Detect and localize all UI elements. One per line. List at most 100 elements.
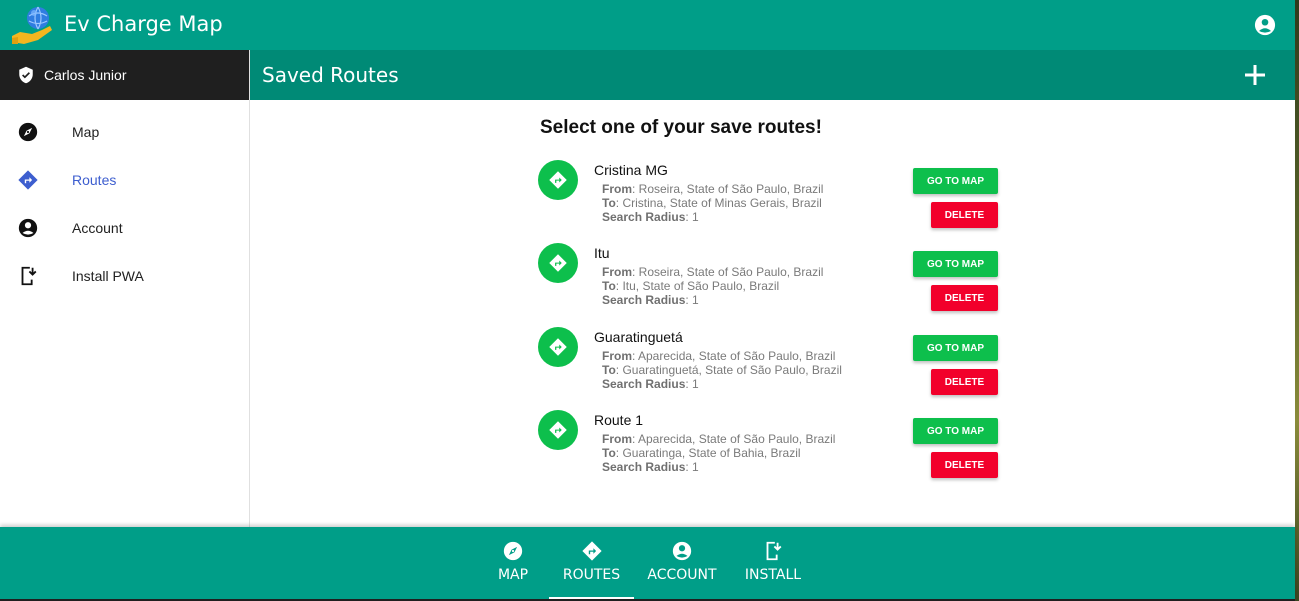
account-circle-icon [672, 541, 692, 561]
account-circle-icon[interactable] [1254, 14, 1276, 36]
app-title: Ev Charge Map [64, 12, 223, 36]
bottom-tab-account[interactable]: ACCOUNT [645, 527, 719, 599]
radius-label: Search Radius [602, 210, 686, 224]
go-to-map-button[interactable]: GO TO MAP [913, 335, 998, 361]
radius-label: Search Radius [602, 460, 686, 474]
go-to-map-button[interactable]: GO TO MAP [913, 168, 998, 194]
route-radius: Search Radius: 1 [602, 293, 699, 307]
to-label: To [602, 196, 616, 210]
verified-shield-icon [19, 66, 33, 84]
bottom-tab-label: ACCOUNT [647, 567, 717, 583]
directions-icon [581, 541, 602, 561]
route-from: From: Roseira, State of São Paulo, Brazi… [602, 265, 823, 279]
sidebar-item-map[interactable]: Map [0, 108, 249, 156]
to-label: To [602, 363, 616, 377]
route-from: From: Roseira, State of São Paulo, Brazi… [602, 182, 823, 196]
directions-icon [18, 170, 38, 190]
to-value: : Guaratinguetá, State of São Paulo, Bra… [615, 363, 842, 377]
bottom-nav: MAP ROUTES ACCOUNT INSTALL [0, 527, 1295, 599]
from-value: : Roseira, State of São Paulo, Brazil [632, 182, 824, 196]
bottom-tab-label: MAP [497, 567, 529, 583]
sidebar-item-label: Map [72, 124, 100, 140]
from-label: From [602, 432, 632, 446]
delete-button[interactable]: DELETE [931, 285, 998, 311]
radius-value: : 1 [685, 377, 699, 391]
background-edge [1295, 0, 1299, 601]
directions-icon [549, 254, 567, 272]
route-to: To: Itu, State of São Paulo, Brazil [602, 279, 779, 293]
delete-button[interactable]: DELETE [931, 452, 998, 478]
to-value: : Cristina, State of Minas Gerais, Brazi… [615, 196, 822, 210]
sidebar-item-install-pwa[interactable]: Install PWA [0, 252, 249, 300]
plus-icon[interactable] [1243, 63, 1267, 87]
route-radius: Search Radius: 1 [602, 460, 699, 474]
route-card: Itu From: Roseira, State of São Paulo, B… [538, 243, 1008, 323]
compass-icon [503, 541, 523, 561]
account-circle-icon [18, 218, 38, 238]
sidebar-item-label: Account [72, 220, 123, 236]
route-card: Guaratinguetá From: Aparecida, State of … [538, 327, 1008, 407]
go-to-map-button[interactable]: GO TO MAP [913, 418, 998, 444]
install-mobile-icon [21, 266, 37, 286]
delete-button[interactable]: DELETE [931, 369, 998, 395]
to-label: To [602, 279, 616, 293]
sidebar-item-routes[interactable]: Routes [0, 156, 249, 204]
route-name: Route 1 [594, 412, 644, 428]
directions-icon [549, 421, 567, 439]
route-radius: Search Radius: 1 [602, 377, 699, 391]
route-to: To: Cristina, State of Minas Gerais, Bra… [602, 196, 822, 210]
from-value: : Aparecida, State of São Paulo, Brazil [632, 349, 836, 363]
route-badge [538, 243, 578, 283]
bottom-tab-map[interactable]: MAP [490, 527, 536, 599]
to-label: To [602, 446, 616, 460]
sidebar-nav: Map Routes Account Install PWA [0, 100, 249, 300]
bottom-tab-install[interactable]: INSTALL [741, 527, 805, 599]
route-card: Route 1 From: Aparecida, State of São Pa… [538, 410, 1008, 490]
route-card: Cristina MG From: Roseira, State of São … [538, 160, 1008, 240]
radius-value: : 1 [685, 210, 699, 224]
bottom-tab-label: ROUTES [562, 567, 621, 583]
route-to: To: Guaratinga, State of Bahia, Brazil [602, 446, 801, 460]
sidebar-item-label: Routes [72, 172, 117, 188]
route-from: From: Aparecida, State of São Paulo, Bra… [602, 432, 835, 446]
radius-label: Search Radius [602, 377, 686, 391]
route-name: Itu [594, 245, 610, 261]
radius-value: : 1 [685, 293, 699, 307]
to-value: : Itu, State of São Paulo, Brazil [615, 279, 780, 293]
route-badge [538, 160, 578, 200]
radius-label: Search Radius [602, 293, 686, 307]
app-bar: Ev Charge Map [0, 0, 1295, 50]
from-label: From [602, 349, 632, 363]
sidebar-item-account[interactable]: Account [0, 204, 249, 252]
route-to: To: Guaratinguetá, State of São Paulo, B… [602, 363, 842, 377]
from-value: : Aparecida, State of São Paulo, Brazil [632, 432, 836, 446]
bottom-tab-label: INSTALL [744, 567, 802, 583]
routes-heading: Select one of your save routes! [540, 117, 822, 138]
sidebar: Carlos Junior Map Routes Account Install… [0, 50, 250, 527]
from-value: : Roseira, State of São Paulo, Brazil [632, 265, 824, 279]
route-name: Guaratinguetá [594, 329, 683, 345]
from-label: From [602, 265, 632, 279]
delete-button[interactable]: DELETE [931, 202, 998, 228]
radius-value: : 1 [685, 460, 699, 474]
sidebar-item-label: Install PWA [72, 268, 144, 284]
bottom-tab-routes[interactable]: ROUTES [549, 527, 634, 599]
directions-icon [549, 338, 567, 356]
logo-icon [12, 6, 52, 44]
page-title: Saved Routes [262, 63, 399, 87]
directions-icon [549, 171, 567, 189]
main-content: Select one of your save routes! Cristina… [250, 100, 1295, 527]
to-value: : Guaratinga, State of Bahia, Brazil [615, 446, 801, 460]
go-to-map-button[interactable]: GO TO MAP [913, 251, 998, 277]
user-name: Carlos Junior [44, 67, 127, 83]
install-mobile-icon [766, 541, 782, 561]
route-radius: Search Radius: 1 [602, 210, 699, 224]
from-label: From [602, 182, 632, 196]
route-badge [538, 410, 578, 450]
compass-icon [18, 122, 38, 142]
user-bar: Carlos Junior [0, 50, 249, 100]
route-from: From: Aparecida, State of São Paulo, Bra… [602, 349, 835, 363]
page-header: Saved Routes [250, 50, 1295, 100]
route-name: Cristina MG [594, 162, 668, 178]
route-badge [538, 327, 578, 367]
